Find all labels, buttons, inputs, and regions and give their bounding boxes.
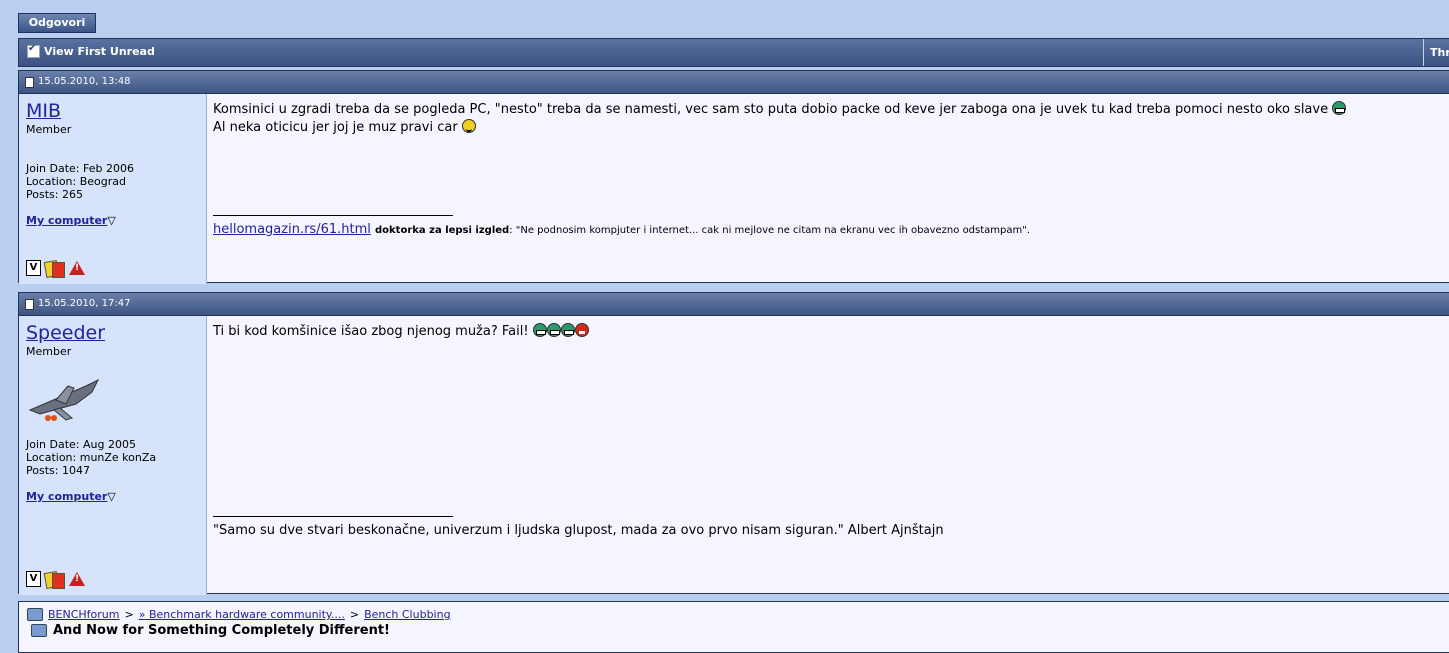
post-2: 15.05.2010, 17:47 Speeder Member Join Da… bbox=[18, 292, 1449, 595]
grin-smiley-icon bbox=[532, 323, 547, 337]
post-header: 15.05.2010, 13:48 bbox=[19, 71, 1449, 94]
thread-folder-icon bbox=[31, 624, 47, 637]
smile-smiley-icon bbox=[461, 119, 476, 133]
join-date: Join Date: Aug 2005 bbox=[26, 438, 136, 451]
view-first-unread-label: View First Unread bbox=[44, 45, 155, 58]
signature: hellomagazin.rs/61.html doktorka za leps… bbox=[213, 215, 1030, 240]
user-info: MIB Member Join Date: Feb 2006 Location:… bbox=[19, 94, 207, 284]
post-message: Ti bi kod komšinice išao zbog njenog muž… bbox=[207, 316, 1449, 595]
avatar bbox=[26, 368, 106, 428]
location: Location: Beograd bbox=[26, 175, 126, 188]
signature-quote: : "Ne podnosim kompjuter i internet... c… bbox=[509, 225, 1031, 236]
user-title: Member bbox=[26, 123, 72, 136]
signature-divider bbox=[213, 516, 453, 517]
message-text: Komsinici u zgradi treba da se pogleda P… bbox=[213, 102, 1329, 117]
signature-text: "Samo su dve stvari beskonačne, univerzu… bbox=[213, 523, 944, 538]
my-computer-label: My computer bbox=[26, 490, 108, 503]
breadcrumb-separator: > bbox=[124, 608, 134, 621]
signature-link[interactable]: hellomagazin.rs/61.html bbox=[213, 222, 371, 237]
breadcrumb-link-bench-clubbing[interactable]: Bench Clubbing bbox=[364, 608, 451, 621]
location: Location: munZe konZa bbox=[26, 451, 157, 464]
grin-smiley-icon bbox=[560, 323, 575, 337]
signature-divider bbox=[213, 215, 453, 216]
username-link[interactable]: MIB bbox=[26, 100, 199, 122]
breadcrumb-link-benchforum[interactable]: BENCHforum bbox=[48, 608, 120, 621]
reply-button[interactable]: Odgovori bbox=[18, 13, 96, 33]
chevron-down-icon: ▽ bbox=[107, 214, 116, 227]
thread-tools-bar: View First Unread Thr bbox=[18, 38, 1449, 67]
thread-title: And Now for Something Completely Differe… bbox=[53, 623, 390, 638]
post-count: Posts: 265 bbox=[26, 188, 83, 201]
post-count: Posts: 1047 bbox=[26, 464, 90, 477]
user-title: Member bbox=[26, 345, 72, 358]
my-computer-link[interactable]: My computer▽ bbox=[26, 214, 199, 227]
checkbox-icon bbox=[27, 43, 40, 58]
breadcrumb-separator: > bbox=[349, 608, 360, 621]
post-1: 15.05.2010, 13:48 MIB Member Join Date: … bbox=[18, 70, 1449, 284]
chevron-down-icon: ▽ bbox=[107, 490, 116, 503]
breadcrumb-link-community[interactable]: » Benchmark hardware community.... bbox=[139, 608, 345, 621]
post-header: 15.05.2010, 17:47 bbox=[19, 293, 1449, 316]
devil-smiley-icon bbox=[574, 323, 589, 337]
username-link[interactable]: Speeder bbox=[26, 322, 199, 344]
grin-smiley-icon bbox=[1332, 101, 1347, 115]
signature-author: doktorka za lepsi izgled bbox=[375, 225, 510, 236]
report-icon[interactable] bbox=[69, 572, 85, 586]
message-text: Ti bi kod komšinice išao zbog njenog muž… bbox=[213, 324, 529, 339]
post-message: Komsinici u zgradi treba da se pogleda P… bbox=[207, 94, 1449, 284]
grin-smiley-icon bbox=[546, 323, 561, 337]
thread-tools-menu[interactable]: Thr bbox=[1423, 39, 1449, 66]
message-text: Al neka oticicu jer joj je muz pravi car bbox=[213, 120, 458, 135]
folder-icon bbox=[27, 608, 43, 621]
join-date: Join Date: Feb 2006 bbox=[26, 162, 134, 175]
cards-icon[interactable] bbox=[43, 570, 65, 590]
view-first-unread-link[interactable]: View First Unread bbox=[27, 43, 155, 58]
post-icon bbox=[25, 298, 34, 310]
post-date: 15.05.2010, 13:48 bbox=[38, 76, 131, 87]
post-date: 15.05.2010, 17:47 bbox=[38, 298, 131, 309]
vote-icon[interactable]: V bbox=[26, 260, 41, 276]
post-icon bbox=[25, 76, 34, 88]
cards-icon[interactable] bbox=[43, 259, 65, 279]
signature: "Samo su dve stvari beskonačne, univerzu… bbox=[213, 516, 944, 540]
report-icon[interactable] bbox=[69, 261, 85, 275]
user-info: Speeder Member Join Date: Aug 2005 Locat… bbox=[19, 316, 207, 595]
vote-icon[interactable]: V bbox=[26, 571, 41, 587]
my-computer-link[interactable]: My computer▽ bbox=[26, 490, 199, 503]
my-computer-label: My computer bbox=[26, 214, 108, 227]
breadcrumb: BENCHforum > » Benchmark hardware commun… bbox=[18, 601, 1449, 653]
